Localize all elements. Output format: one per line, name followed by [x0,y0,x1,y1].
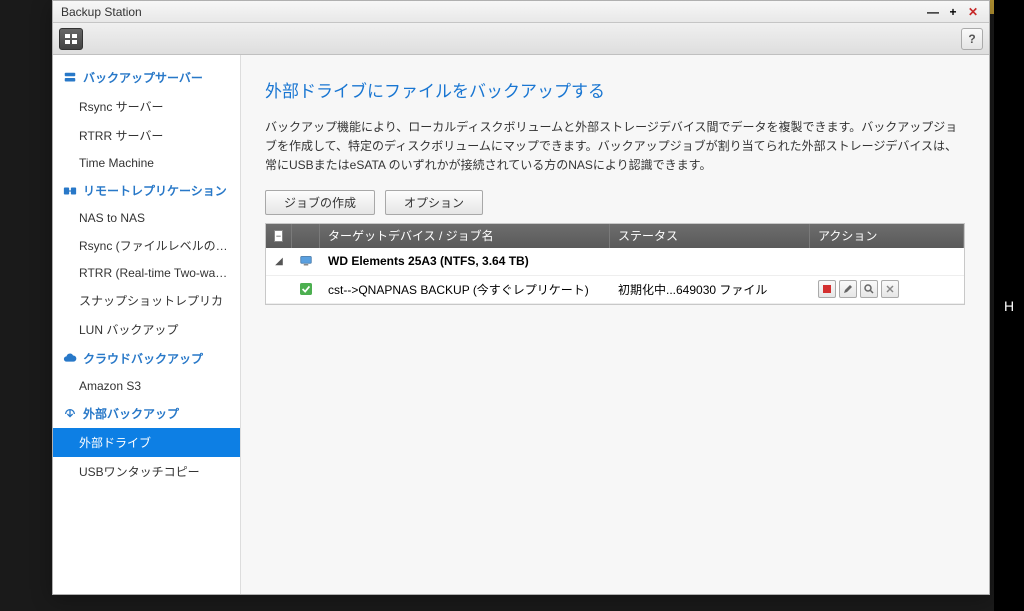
header-expand: − [266,224,292,248]
section-label: バックアップサーバー [83,69,203,86]
job-row[interactable]: cst-->QNAPNAS BACKUP (今すぐレプリケート) 初期化中...… [266,276,964,304]
header-action[interactable]: アクション [810,224,964,248]
create-job-button[interactable]: ジョブの作成 [265,190,375,215]
sidebar-item-rtrr-realtime[interactable]: RTRR (Real-time Two-way Folde... [53,260,240,286]
sidebar-item-time-machine[interactable]: Time Machine [53,150,240,176]
section-label: クラウドバックアップ [83,350,203,367]
page-description: バックアップ機能により、ローカルディスクボリュームと外部ストレージデバイス間でデ… [265,118,965,176]
maximize-button[interactable]: + [945,4,961,20]
close-button[interactable]: ✕ [965,4,981,20]
job-name: cst-->QNAPNAS BACKUP (今すぐレプリケート) [320,281,610,298]
sidebar-section-backup-server[interactable]: バックアップサーバー [53,63,240,92]
grid-header: − ターゲットデバイス / ジョブ名 ステータス アクション [266,224,964,248]
window-title: Backup Station [61,5,921,19]
sidebar-section-cloud-backup[interactable]: クラウドバックアップ [53,344,240,373]
minimize-button[interactable]: — [925,4,941,20]
sidebar-item-nas-to-nas[interactable]: NAS to NAS [53,205,240,231]
server-icon [63,71,77,85]
sidebar-item-rsync-server[interactable]: Rsync サーバー [53,92,240,121]
sidebar-item-snapshot-replica[interactable]: スナップショットレプリカ [53,286,240,315]
collapse-all-button[interactable]: − [274,230,283,242]
page-title: 外部ドライブにファイルをバックアップする [265,77,965,102]
external-icon [63,407,77,421]
header-name[interactable]: ターゲットデバイス / ジョブ名 [320,224,610,248]
job-status: 初期化中...649030 ファイル [610,281,810,298]
button-row: ジョブの作成 オプション [265,190,965,215]
edit-button[interactable] [839,280,857,298]
device-row[interactable]: ◢ WD Elements 25A3 (NTFS, 3.64 TB) [266,248,964,276]
home-button[interactable] [59,28,83,50]
header-status[interactable]: ステータス [610,224,810,248]
action-icons [818,280,899,298]
delete-button[interactable] [881,280,899,298]
sidebar-item-usb-onetouch[interactable]: USBワンタッチコピー [53,457,240,486]
replication-icon [63,184,77,198]
stop-button[interactable] [818,280,836,298]
section-label: 外部バックアップ [83,405,179,422]
right-strip: H [994,0,1024,611]
sidebar-item-amazon-s3[interactable]: Amazon S3 [53,373,240,399]
expand-toggle[interactable]: ◢ [274,256,284,267]
sidebar-item-lun-backup[interactable]: LUN バックアップ [53,315,240,344]
monitor-icon [300,254,312,268]
titlebar: Backup Station — + ✕ [53,1,989,23]
section-label: リモートレプリケーション [83,182,227,199]
sidebar-section-external-backup[interactable]: 外部バックアップ [53,399,240,428]
grid-icon [64,33,78,45]
header-icon [292,224,320,248]
cloud-icon [63,352,77,366]
device-name: WD Elements 25A3 (NTFS, 3.64 TB) [320,254,610,268]
sidebar-item-external-drive[interactable]: 外部ドライブ [53,428,240,457]
toolbar: ? [53,23,989,55]
sidebar-item-rtrr-server[interactable]: RTRR サーバー [53,121,240,150]
jobs-grid: − ターゲットデバイス / ジョブ名 ステータス アクション ◢ WD Elem… [265,223,965,305]
backup-station-window: Backup Station — + ✕ ? バックアップサーバー Rsync … [52,0,990,595]
sidebar-section-remote-replication[interactable]: リモートレプリケーション [53,176,240,205]
main-panel: 外部ドライブにファイルをバックアップする バックアップ機能により、ローカルディス… [241,55,989,594]
help-button[interactable]: ? [961,28,983,50]
check-icon [300,282,312,296]
options-button[interactable]: オプション [385,190,483,215]
sidebar-item-rsync-file[interactable]: Rsync (ファイルレベルのバック... [53,231,240,260]
sidebar: バックアップサーバー Rsync サーバー RTRR サーバー Time Mac… [53,55,241,594]
view-button[interactable] [860,280,878,298]
right-strip-letter: H [1004,298,1014,314]
